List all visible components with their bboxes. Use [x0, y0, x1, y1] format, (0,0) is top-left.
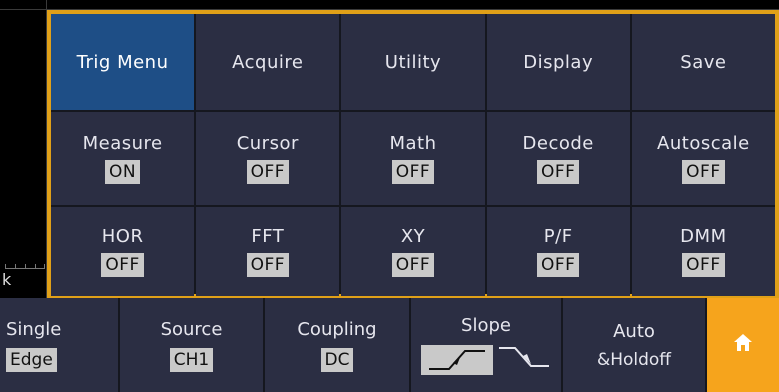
measure-state-badge: ON: [105, 160, 141, 184]
menu-cursor-label: Cursor: [236, 133, 299, 154]
menu-xy[interactable]: XY OFF: [341, 207, 485, 296]
home-icon: [732, 332, 754, 359]
menu-pf[interactable]: P/F OFF: [486, 207, 630, 296]
menu-decode[interactable]: Decode OFF: [486, 112, 630, 205]
menu-autoscale-label: Autoscale: [657, 133, 750, 154]
menu-trig-menu-label: Trig Menu: [76, 51, 169, 73]
trigger-softkey-bar: Single Edge Source CH1 Coupling DC Slope: [0, 298, 779, 392]
menu-cursor[interactable]: Cursor OFF: [196, 112, 340, 205]
menu-save[interactable]: Save: [631, 14, 775, 110]
falling-edge-icon: [497, 344, 551, 375]
trigger-coupling-label: Coupling: [297, 318, 377, 340]
menu-measure[interactable]: Measure ON: [51, 112, 195, 205]
menu-dmm[interactable]: DMM OFF: [631, 207, 775, 296]
trigger-source-label: Source: [160, 318, 223, 340]
menu-trig-menu[interactable]: Trig Menu: [51, 14, 195, 110]
xy-state-badge: OFF: [391, 253, 435, 277]
menu-utility-label: Utility: [384, 51, 442, 73]
home-button[interactable]: [707, 298, 779, 392]
pf-state-badge: OFF: [536, 253, 580, 277]
trigger-auto-holdoff-button[interactable]: Auto &Holdoff: [563, 298, 707, 392]
menu-acquire[interactable]: Acquire: [196, 14, 340, 110]
menu-math-label: Math: [389, 133, 437, 154]
trigger-slope-label: Slope: [461, 315, 511, 336]
trigger-holdoff-label: &Holdoff: [596, 349, 672, 370]
menu-math[interactable]: Math OFF: [341, 112, 485, 205]
menu-decode-label: Decode: [522, 133, 594, 154]
autoscale-state-badge: OFF: [682, 160, 725, 184]
slope-options: [421, 344, 551, 375]
timebase-unit-label: k: [2, 270, 12, 289]
menu-acquire-label: Acquire: [232, 51, 304, 73]
menu-display-label: Display: [523, 51, 594, 73]
trigger-single-label: Single: [6, 318, 62, 340]
menu-dmm-label: DMM: [680, 226, 727, 247]
menu-fft-label: FFT: [251, 226, 285, 247]
fft-state-badge: OFF: [246, 253, 289, 277]
trigger-source-value: CH1: [169, 347, 214, 372]
trigger-slope-button[interactable]: Slope: [411, 298, 563, 392]
menu-pf-label: P/F: [543, 226, 573, 247]
menu-utility[interactable]: Utility: [341, 14, 485, 110]
dmm-state-badge: OFF: [682, 253, 725, 277]
menu-hor[interactable]: HOR OFF: [51, 207, 195, 296]
trigger-coupling-value: DC: [320, 347, 354, 372]
menu-grid: Trig Menu Acquire Utility Display Save M…: [51, 14, 775, 296]
menu-autoscale[interactable]: Autoscale OFF: [631, 112, 775, 205]
menu-display[interactable]: Display: [486, 14, 630, 110]
trigger-single-button[interactable]: Single Edge: [0, 298, 120, 392]
trigger-auto-label: Auto: [613, 320, 655, 342]
cursor-state-badge: OFF: [246, 160, 289, 184]
menu-measure-label: Measure: [82, 133, 163, 154]
main-menu-panel: Trig Menu Acquire Utility Display Save M…: [47, 10, 779, 298]
menu-save-label: Save: [680, 51, 727, 73]
axis-ticks: [5, 262, 45, 269]
trigger-source-button[interactable]: Source CH1: [120, 298, 265, 392]
menu-fft[interactable]: FFT OFF: [196, 207, 340, 296]
math-state-badge: OFF: [391, 160, 435, 184]
hor-state-badge: OFF: [101, 253, 144, 277]
menu-hor-label: HOR: [101, 226, 144, 247]
trigger-type-value: Edge: [6, 347, 57, 372]
decode-state-badge: OFF: [536, 160, 580, 184]
trigger-coupling-button[interactable]: Coupling DC: [265, 298, 411, 392]
rising-edge-icon: [421, 344, 493, 375]
menu-xy-label: XY: [400, 226, 426, 247]
